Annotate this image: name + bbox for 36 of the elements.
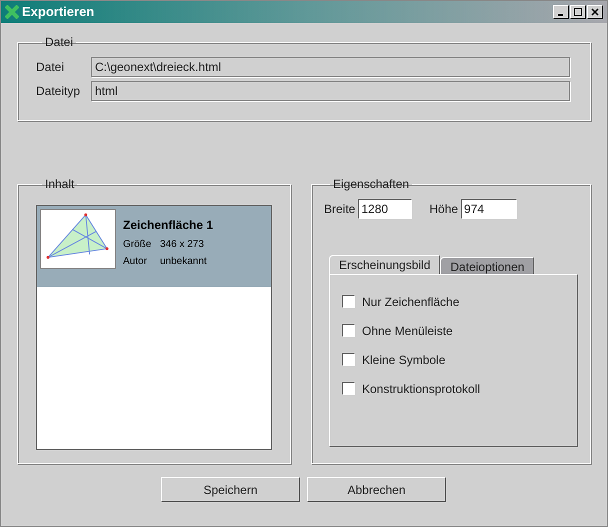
group-title: Eigenschaften <box>332 176 410 193</box>
field-label: Datei <box>36 59 66 76</box>
size-value: 346 x 273 <box>160 238 204 252</box>
checkbox[interactable] <box>342 353 355 366</box>
close-icon <box>591 8 599 16</box>
checkbox[interactable] <box>342 382 355 395</box>
author-label: Autor <box>123 255 148 269</box>
window-title: Exportieren <box>22 3 94 22</box>
option-label: Nur Zeichenfläche <box>362 294 460 310</box>
field-label: Dateityp <box>36 83 82 100</box>
path-field[interactable]: C:\geonext\dreieck.html <box>91 57 570 77</box>
width-field[interactable]: 1280 <box>358 199 412 219</box>
tab[interactable]: Erscheinungsbild <box>329 255 440 274</box>
dialog-button[interactable]: Abbrechen <box>307 477 446 502</box>
content-item[interactable]: Zeichenfläche 1 Größe 346 x 273 Autor unbekannt <box>37 206 271 287</box>
maximize-button[interactable] <box>570 5 586 19</box>
option-label: Konstruktionsprotokoll <box>362 380 480 398</box>
minimize-button[interactable] <box>553 5 569 19</box>
checkbox[interactable] <box>342 295 355 308</box>
close-button[interactable] <box>587 5 603 19</box>
size-label: Größe <box>123 238 152 252</box>
option-label: Ohne Menüleiste <box>362 322 453 340</box>
checkbox[interactable] <box>342 324 355 337</box>
group-title: Datei <box>44 34 74 51</box>
author-value: unbekannt <box>160 255 207 269</box>
width-label: Breite <box>324 201 356 218</box>
height-field[interactable]: 974 <box>461 199 518 219</box>
group-title: Inhalt <box>44 176 76 193</box>
item-title: Zeichenfläche 1 <box>123 217 214 234</box>
path-field[interactable]: html <box>91 81 570 101</box>
tab[interactable]: Dateioptionen <box>440 257 534 274</box>
dialog-button[interactable]: Speichern <box>161 477 300 502</box>
height-label: Höhe <box>429 201 458 218</box>
option-label: Kleine Symbole <box>362 352 446 368</box>
app-icon <box>5 5 19 19</box>
maximize-icon <box>574 8 582 16</box>
